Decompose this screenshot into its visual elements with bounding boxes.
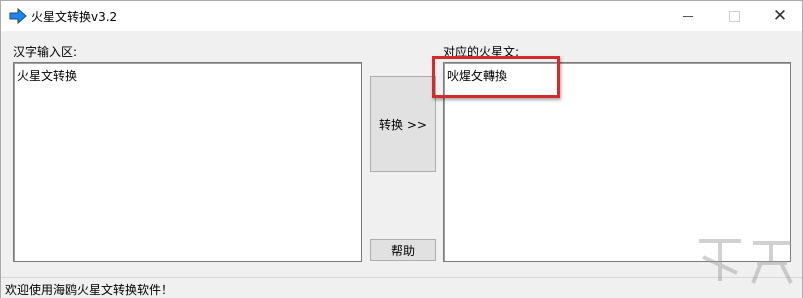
title-bar[interactable]: 火星文转换v3.2 ✕ xyxy=(1,1,802,31)
maximize-button[interactable] xyxy=(711,1,757,31)
help-button[interactable]: 帮助 xyxy=(370,239,436,261)
close-button[interactable]: ✕ xyxy=(757,1,803,31)
app-window: 火星文转换v3.2 ✕ 汉字输入区: 对应的火星文: 火星文转换 转换 >> 吙… xyxy=(0,0,803,298)
status-text: 欢迎使用海鸥火星文转换软件！ xyxy=(5,283,174,297)
arrow-right-icon xyxy=(9,7,27,25)
window-title: 火星文转换v3.2 xyxy=(31,10,118,24)
input-label: 汉字输入区: xyxy=(13,45,78,59)
input-textarea[interactable]: 火星文转换 xyxy=(13,62,362,262)
minimize-icon xyxy=(683,15,693,17)
minimize-button[interactable] xyxy=(665,1,711,31)
status-bar: 欢迎使用海鸥火星文转换软件！ xyxy=(1,277,802,298)
close-icon: ✕ xyxy=(772,6,788,26)
maximize-icon xyxy=(728,10,740,22)
highlight-box xyxy=(432,56,560,98)
input-text: 火星文转换 xyxy=(17,69,78,83)
convert-button[interactable]: 转换 >> xyxy=(370,76,436,172)
